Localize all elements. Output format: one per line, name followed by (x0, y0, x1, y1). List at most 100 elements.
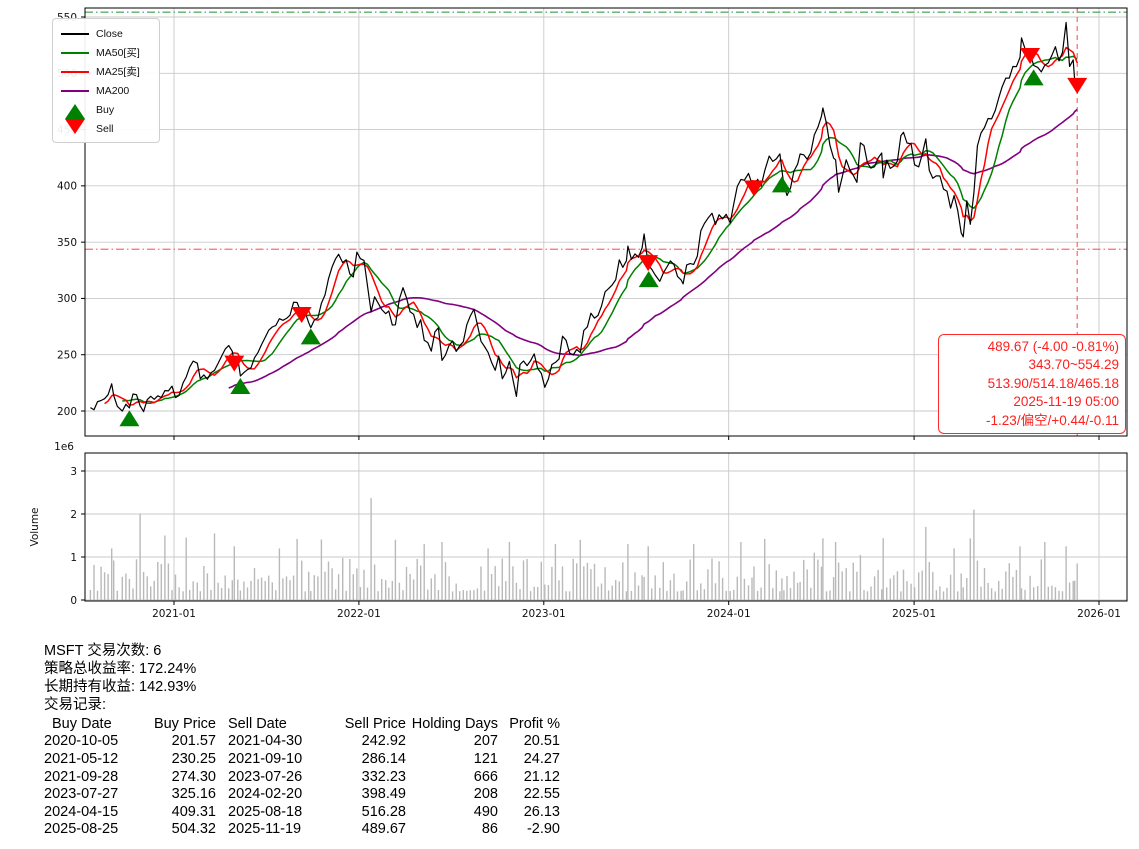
line-swatch (61, 71, 89, 73)
volume-bar (961, 573, 962, 600)
volume-bar (250, 581, 251, 600)
volume-bar (495, 566, 496, 600)
volume-ytick-label: 3 (70, 466, 77, 478)
volume-bar (966, 578, 967, 600)
volume-bar (363, 570, 364, 600)
volume-bar (846, 568, 847, 600)
volume-bar (842, 571, 843, 600)
volume-bar (257, 579, 258, 600)
volume-bar (537, 587, 538, 600)
xtick-label: 2026-01 (1077, 608, 1121, 620)
volume-bar (883, 538, 884, 600)
volume-bar (663, 562, 664, 600)
volume-bar (918, 572, 919, 600)
volume-bar (491, 574, 492, 600)
volume-bar (1048, 587, 1049, 600)
volume-bar (113, 561, 114, 601)
volume-bar (977, 561, 978, 600)
volume-bar (388, 588, 389, 600)
trade-row: 2025-08-25504.322025-11-19489.6786-2.90 (44, 821, 560, 839)
volume-bar (793, 572, 794, 600)
volume-bar (441, 542, 442, 600)
trade-cell: 208 (406, 785, 498, 803)
trade-cell: 20.51 (498, 733, 560, 751)
volume-bar (466, 591, 467, 600)
price-ytick-label: 400 (57, 181, 77, 193)
volume-bar (881, 589, 882, 600)
trade-row: 2020-10-05201.572021-04-30242.9220720.51 (44, 733, 560, 751)
volume-bar (718, 561, 719, 600)
buy-marker (301, 328, 321, 344)
legend-line-swatch (61, 71, 89, 73)
volume-bar (1074, 581, 1075, 600)
volume-bar (237, 580, 238, 600)
volume-bar (995, 591, 996, 600)
strategy-return-line: 策略总收益率: 172.24% (44, 660, 196, 678)
volume-bar (1044, 542, 1045, 600)
volume-bar (544, 585, 545, 601)
volume-bar (452, 591, 453, 600)
volume-bar (530, 591, 531, 600)
volume-bar (1062, 591, 1063, 600)
trade-cell: 490 (406, 803, 498, 821)
volume-bar (783, 590, 784, 600)
trade-cell: 274.30 (152, 768, 216, 786)
volume-bar (764, 539, 765, 600)
volume-bar (807, 569, 808, 600)
volume-bar (648, 546, 649, 600)
volume-bar (328, 562, 329, 601)
trade-table-header: Buy DateBuy PriceSell DateSell PriceHold… (44, 715, 560, 733)
volume-bar (697, 590, 698, 600)
buy-marker (772, 176, 792, 192)
trade-cell: 22.55 (498, 785, 560, 803)
sell-marker (224, 356, 244, 372)
volume-bar (175, 575, 176, 600)
volume-bar (711, 558, 712, 600)
volume-bar (516, 583, 517, 600)
volume-bar (438, 590, 439, 600)
volume-bar (534, 587, 535, 600)
volume-bar (395, 540, 396, 600)
volume-bar (893, 575, 894, 600)
volume-bar (1029, 576, 1030, 600)
volume-bar (821, 567, 822, 600)
volume-bar (576, 563, 577, 600)
volume-bar (548, 585, 549, 600)
volume-bar (634, 572, 635, 600)
volume-bar (100, 567, 101, 600)
xtick-label: 2022-01 (337, 608, 381, 620)
volume-bar (509, 542, 510, 600)
annotation-line-3: 513.90/514.18/465.18 (943, 375, 1119, 393)
volume-bar (154, 581, 155, 600)
legend-item-label: MA50[买] (96, 45, 140, 60)
legend-marker-swatch (61, 123, 89, 134)
volume-bar (953, 548, 954, 600)
xtick-label: 2023-01 (522, 608, 566, 620)
volume-bar (583, 566, 584, 600)
volume-bar (349, 559, 350, 600)
volume-bar (853, 563, 854, 600)
volume-bar (448, 576, 449, 600)
volume-bar (957, 591, 958, 600)
volume-bar (289, 580, 290, 600)
volume-bar (424, 544, 425, 600)
volume-bar (338, 574, 339, 600)
volume-bar (890, 579, 891, 600)
volume-bar (1002, 589, 1003, 600)
volume-bar (519, 589, 520, 600)
volume-bar (1033, 587, 1034, 600)
volume-bar (814, 553, 815, 600)
volume-bar (484, 591, 485, 600)
volume-bar (342, 558, 343, 600)
volume-bar (673, 574, 674, 600)
trade-cell: 2024-04-15 (44, 803, 152, 821)
volume-bar (367, 588, 368, 600)
volume-bar (569, 591, 570, 600)
volume-bar (434, 574, 435, 600)
volume-ytick-label: 2 (70, 509, 77, 521)
volume-bar (293, 576, 294, 600)
volume-bar (214, 533, 215, 600)
volume-bar (189, 590, 190, 600)
annotation-line-4: 2025-11-19 05:00 (943, 393, 1119, 411)
volume-bar (740, 542, 741, 600)
